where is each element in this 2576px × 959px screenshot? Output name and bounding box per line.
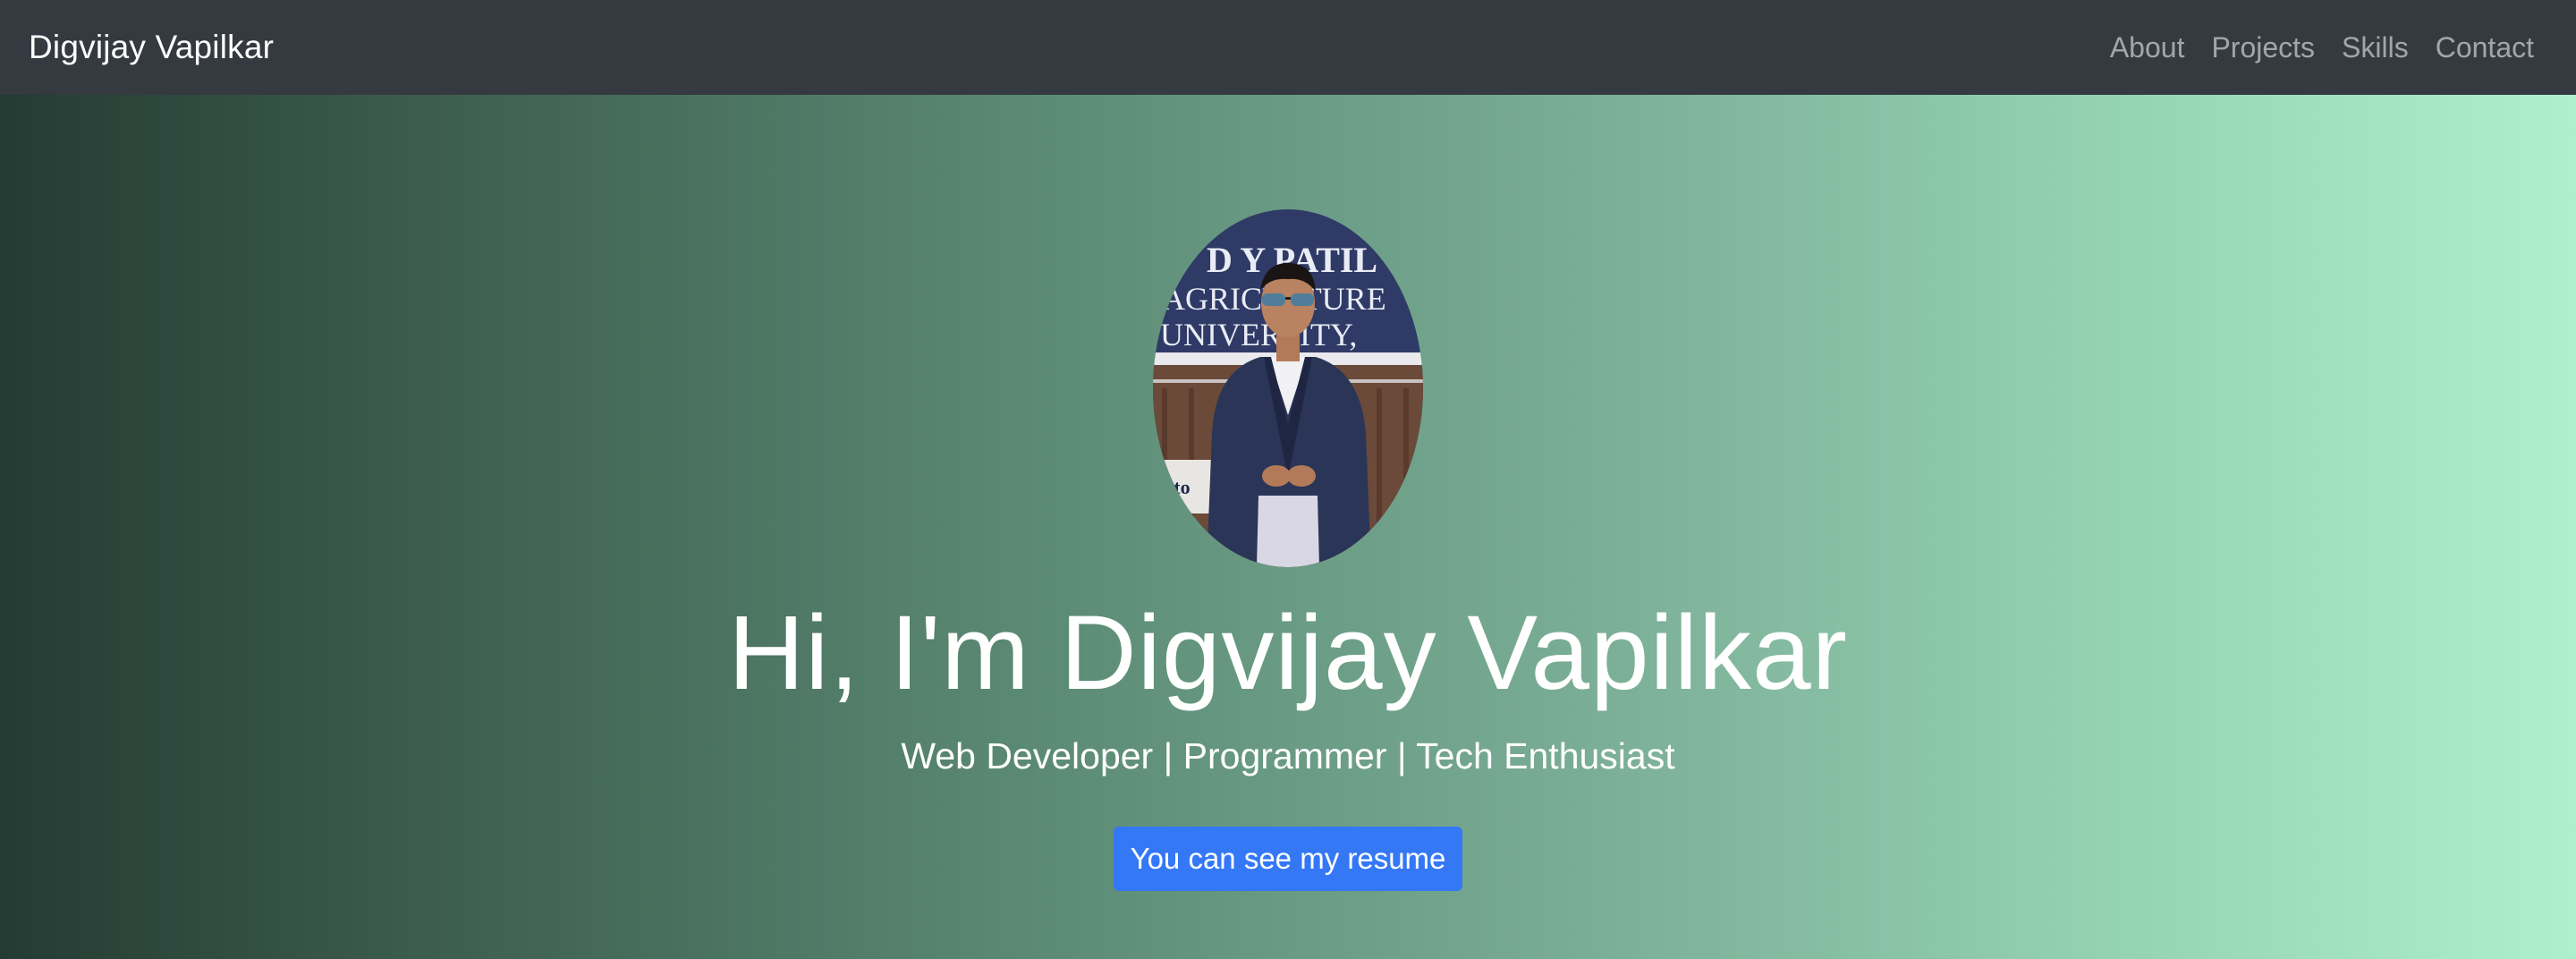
brand-link[interactable]: Digvijay Vapilkar [29, 29, 274, 66]
nav-link-about[interactable]: About [2097, 31, 2199, 64]
photo-sign-line-3: UNIVERSITY, [1160, 317, 1357, 352]
hero-section: e to D Y PATIL AGRICULTURE UNIVERSITY, H… [0, 95, 2576, 959]
resume-button[interactable]: You can see my resume [1114, 827, 1462, 891]
nav-link-projects[interactable]: Projects [2198, 31, 2328, 64]
nav-links: About Projects Skills Contact [2097, 31, 2547, 64]
nav-link-skills[interactable]: Skills [2328, 31, 2422, 64]
nav-link-contact[interactable]: Contact [2422, 31, 2547, 64]
hero-title: Hi, I'm Digvijay Vapilkar [728, 594, 1848, 712]
photo-sign-fragment: e to [1160, 476, 1191, 498]
hero-subtitle: Web Developer | Programmer | Tech Enthus… [901, 735, 1675, 777]
navbar: Digvijay Vapilkar About Projects Skills … [0, 0, 2576, 95]
profile-photo: e to D Y PATIL AGRICULTURE UNIVERSITY, [1153, 209, 1423, 567]
